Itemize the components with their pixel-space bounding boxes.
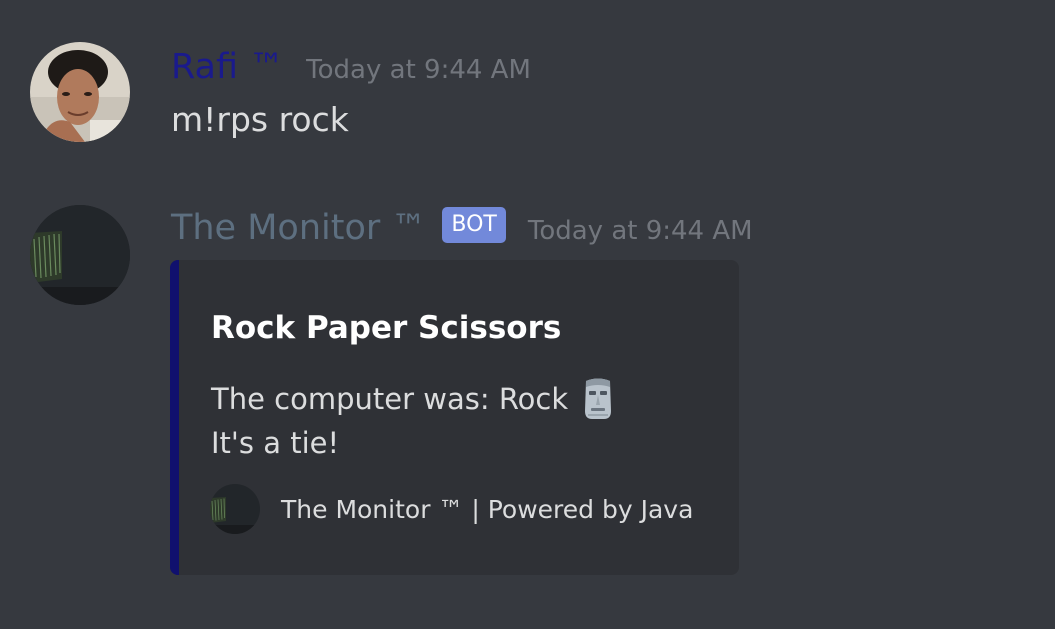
embed-description: The computer was: Rock It's a tie! (211, 377, 616, 465)
message-timestamp[interactable]: Today at 9:44 AM (528, 216, 753, 246)
embed-title: Rock Paper Scissors (211, 310, 562, 346)
embed-card: Rock Paper Scissors The computer was: Ro… (170, 260, 739, 575)
moai-emoji-icon (580, 377, 616, 421)
user-avatar[interactable] (30, 42, 130, 142)
message-content: m!rps rock (171, 100, 349, 139)
bot-avatar-dark-monitor-icon (30, 205, 130, 305)
bot-avatar-dark-monitor-icon (210, 484, 260, 534)
embed-footer: The Monitor ™ | Powered by Java (210, 484, 693, 534)
embed-description-line: It's a tie! (211, 426, 340, 460)
username[interactable]: Rafi ™ (171, 45, 284, 89)
chat-messages: Rafi ™ Today at 9:44 AM m!rps rock The M… (0, 0, 1055, 629)
embed-accent-bar (170, 260, 179, 575)
bot-badge: BOT (442, 207, 506, 243)
footer-avatar (210, 484, 260, 534)
bot-username[interactable]: The Monitor ™ (171, 206, 426, 250)
bot-avatar[interactable] (30, 205, 130, 305)
user-avatar-photo-icon (30, 42, 130, 142)
message-timestamp[interactable]: Today at 9:44 AM (306, 55, 531, 85)
embed-footer-text: The Monitor ™ | Powered by Java (281, 494, 694, 524)
embed-description-line: The computer was: Rock (211, 382, 569, 416)
